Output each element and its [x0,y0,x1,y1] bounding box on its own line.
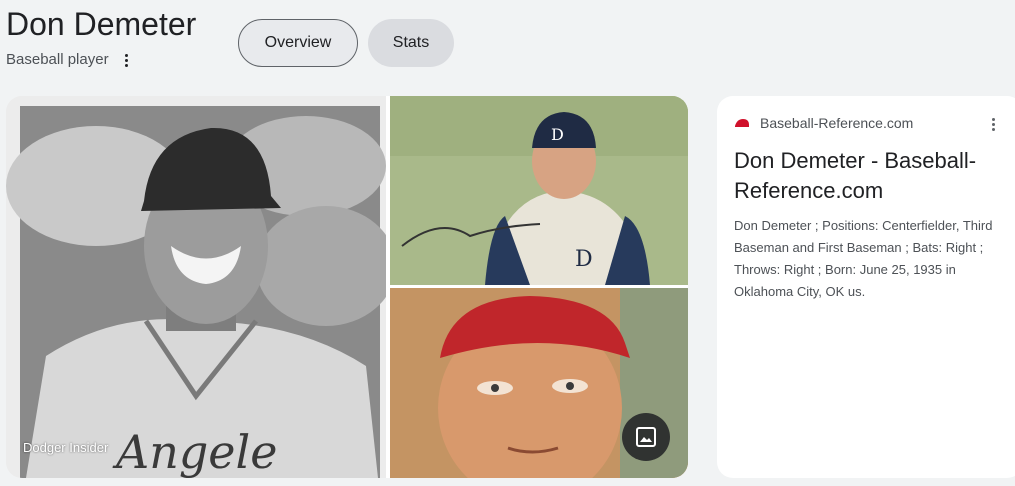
image-gallery: Angele D D Dodger Insider [6,96,688,478]
entity-subtitle: Baseball player [6,50,128,70]
svg-text:D: D [575,247,593,272]
player-photo-main[interactable]: Angele [6,96,386,478]
svg-text:Angele: Angele [112,425,277,478]
tab-overview[interactable]: Overview [238,19,358,67]
more-options-icon[interactable] [124,53,128,67]
image-credit: Dodger Insider [23,440,109,455]
baseball-reference-favicon [735,119,749,127]
result-more-options-icon[interactable] [992,118,995,131]
result-source[interactable]: Baseball-Reference.com [734,115,913,131]
result-card: Baseball-Reference.com Don Demeter - Bas… [717,96,1015,478]
result-title-link[interactable]: Don Demeter - Baseball-Reference.com [734,146,1014,206]
result-snippet: Don Demeter ; Positions: Centerfielder, … [734,218,993,299]
tab-stats[interactable]: Stats [368,19,454,67]
svg-text:D: D [551,125,564,144]
image-icon [636,427,656,447]
view-images-button[interactable] [622,413,670,461]
entity-description: Baseball player [6,51,109,68]
player-photo-card[interactable]: D D [390,96,688,285]
result-source-name: Baseball-Reference.com [760,115,914,131]
page-title: Don Demeter [6,6,197,42]
